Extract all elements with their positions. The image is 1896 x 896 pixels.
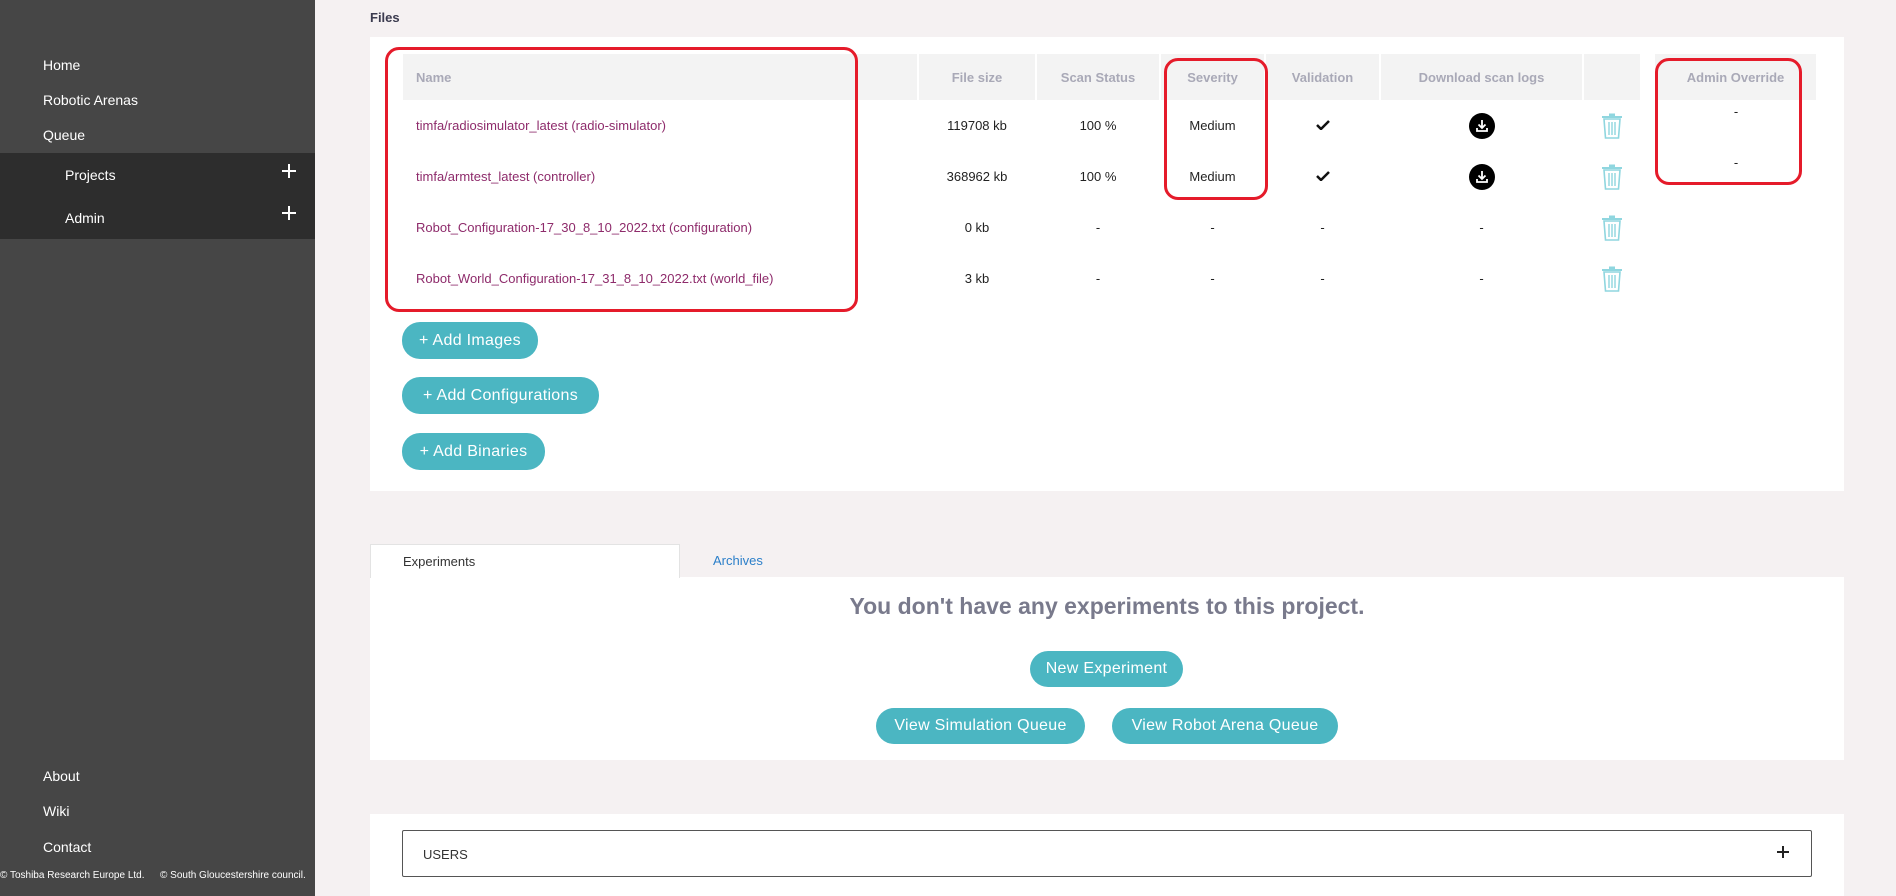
sidebar-submenu: Projects Admin xyxy=(0,153,315,239)
gap-cell xyxy=(1641,202,1655,253)
scan-status: - xyxy=(1095,271,1101,286)
trash-icon[interactable] xyxy=(1601,215,1623,241)
files-title: Files xyxy=(370,10,400,25)
header-file-size[interactable]: File size xyxy=(918,54,1037,100)
file-name-link[interactable]: Robot_Configuration-17_30_8_10_2022.txt … xyxy=(403,202,918,253)
download-scan-logs: - xyxy=(1479,220,1484,235)
severity: Medium xyxy=(1189,118,1236,133)
header-scan-status[interactable]: Scan Status xyxy=(1036,54,1161,100)
delete-cell xyxy=(1583,100,1641,151)
table-row: timfa/armtest_latest (controller) 368962… xyxy=(403,151,1817,202)
add-images-button[interactable]: + Add Images xyxy=(402,322,538,359)
admin-override: - xyxy=(1733,104,1739,119)
trash-icon[interactable] xyxy=(1601,266,1623,292)
file-size: 3 kb xyxy=(964,271,990,286)
tab-archives[interactable]: Archives xyxy=(713,553,763,568)
new-experiment-button[interactable]: New Experiment xyxy=(1030,651,1183,687)
scan-status: - xyxy=(1095,220,1101,235)
copyright-council: © South Gloucestershire council. xyxy=(160,870,306,881)
tab-experiments[interactable]: Experiments xyxy=(370,544,680,578)
file-size: 0 kb xyxy=(964,220,990,235)
header-name[interactable]: Name xyxy=(403,54,919,100)
admin-override: - xyxy=(1733,155,1739,170)
copyright-toshiba: © Toshiba Research Europe Ltd. xyxy=(0,870,145,881)
gap-cell xyxy=(1641,151,1655,202)
users-accordion[interactable]: USERS xyxy=(402,830,1812,877)
sidebar: Home Robotic Arenas Queue Projects Admin… xyxy=(0,0,315,896)
severity: Medium xyxy=(1189,169,1236,184)
empty-experiments-message: You don't have any experiments to this p… xyxy=(849,593,1365,619)
add-configurations-button[interactable]: + Add Configurations xyxy=(402,377,599,414)
header-validation[interactable]: Validation xyxy=(1265,54,1381,100)
add-binaries-button[interactable]: + Add Binaries xyxy=(402,433,545,470)
validation-cell xyxy=(1265,151,1380,202)
header-admin-override[interactable]: Admin Override xyxy=(1655,54,1818,100)
file-name-link[interactable]: timfa/radiosimulator_latest (radio-simul… xyxy=(403,100,918,151)
nav-queue[interactable]: Queue xyxy=(43,127,85,143)
header-actions xyxy=(1583,54,1642,100)
delete-cell xyxy=(1583,151,1641,202)
gap-cell xyxy=(1641,100,1655,151)
download-cell xyxy=(1380,151,1583,202)
users-label: USERS xyxy=(423,847,468,862)
table-row: Robot_Configuration-17_30_8_10_2022.txt … xyxy=(403,202,1817,253)
download-cell xyxy=(1380,100,1583,151)
check-icon xyxy=(1315,171,1330,181)
projects-expand-icon[interactable] xyxy=(281,163,297,179)
file-size: 368962 kb xyxy=(946,169,1008,184)
header-gap xyxy=(1641,54,1655,100)
admin-override xyxy=(1655,253,1817,304)
validation: - xyxy=(1320,220,1325,235)
nav-admin[interactable]: Admin xyxy=(65,210,105,226)
trash-icon[interactable] xyxy=(1601,164,1623,190)
file-size: 119708 kb xyxy=(947,118,1007,133)
view-robot-arena-queue-button[interactable]: View Robot Arena Queue xyxy=(1112,708,1338,744)
table-row: Robot_World_Configuration-17_31_8_10_202… xyxy=(403,253,1817,304)
delete-cell xyxy=(1583,253,1641,304)
gap-cell xyxy=(1641,253,1655,304)
download-icon[interactable] xyxy=(1468,163,1495,190)
header-download-scan-logs[interactable]: Download scan logs xyxy=(1380,54,1584,100)
admin-expand-icon[interactable] xyxy=(281,205,297,221)
view-simulation-queue-button[interactable]: View Simulation Queue xyxy=(876,708,1085,744)
nav-robotic-arenas[interactable]: Robotic Arenas xyxy=(43,92,138,108)
scan-status: 100 % xyxy=(1079,169,1117,184)
nav-projects[interactable]: Projects xyxy=(65,167,116,183)
nav-home[interactable]: Home xyxy=(43,57,80,73)
nav-wiki[interactable]: Wiki xyxy=(43,803,69,819)
validation: - xyxy=(1320,271,1325,286)
header-severity[interactable]: Severity xyxy=(1160,54,1266,100)
table-row: timfa/radiosimulator_latest (radio-simul… xyxy=(403,100,1817,151)
file-name-link[interactable]: timfa/armtest_latest (controller) xyxy=(403,151,918,202)
check-icon xyxy=(1315,120,1330,130)
download-scan-logs: - xyxy=(1479,271,1484,286)
delete-cell xyxy=(1583,202,1641,253)
admin-override xyxy=(1655,202,1817,253)
expand-plus-icon[interactable] xyxy=(1775,844,1791,860)
download-icon[interactable] xyxy=(1468,112,1495,139)
nav-about[interactable]: About xyxy=(43,768,80,784)
severity: - xyxy=(1210,220,1215,235)
scan-status: 100 % xyxy=(1079,118,1117,133)
files-table: Name File size Scan Status Severity Vali… xyxy=(403,54,1818,304)
files-header-row: Name File size Scan Status Severity Vali… xyxy=(403,54,1818,100)
trash-icon[interactable] xyxy=(1601,113,1623,139)
severity: - xyxy=(1210,271,1215,286)
nav-contact[interactable]: Contact xyxy=(43,839,91,855)
file-name-link[interactable]: Robot_World_Configuration-17_31_8_10_202… xyxy=(403,253,918,304)
validation-cell xyxy=(1265,100,1380,151)
